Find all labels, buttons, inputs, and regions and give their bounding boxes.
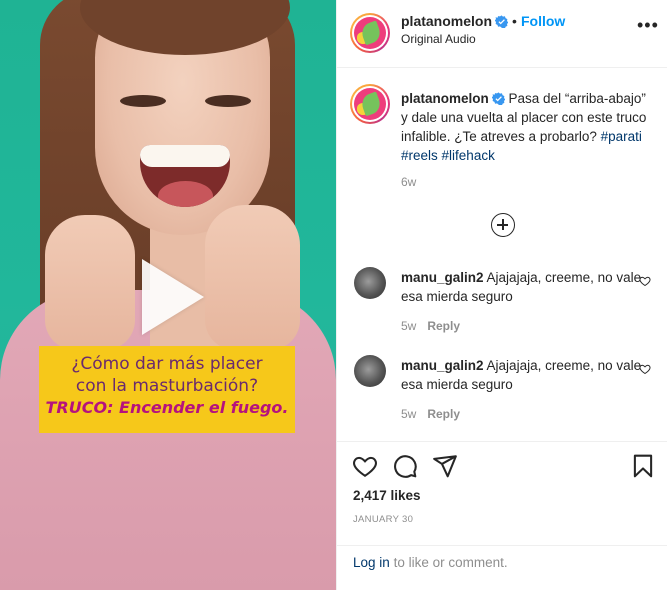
reel-media[interactable]: ¿Cómo dar más placer con la masturbación… <box>0 0 336 590</box>
comment-timestamp[interactable]: 5w <box>401 319 416 333</box>
video-figure-eye <box>120 95 166 107</box>
comment-item: manu_galin2 Ajajajaja, creeme, no vale e… <box>337 267 667 347</box>
comment-like-heart-icon[interactable] <box>639 363 651 375</box>
video-figure-hand <box>45 215 135 350</box>
comment-username[interactable]: manu_galin2 <box>401 270 484 285</box>
login-prompt: Log in to like or comment. <box>337 545 667 590</box>
reply-button[interactable]: Reply <box>427 319 460 333</box>
share-paper-plane-icon[interactable] <box>432 453 458 479</box>
reply-button[interactable]: Reply <box>427 407 460 421</box>
comment-timestamp[interactable]: 5w <box>401 407 416 421</box>
avatar[interactable] <box>350 84 390 124</box>
avatar[interactable] <box>350 13 390 53</box>
avatar-ring <box>352 86 388 122</box>
comments-section[interactable]: platanomelon Pasa del “arriba-abajo” y d… <box>337 69 667 441</box>
comment-bubble-icon[interactable] <box>392 453 418 479</box>
follow-button[interactable]: Follow <box>521 13 565 29</box>
more-options-icon[interactable]: ••• <box>637 16 659 34</box>
video-figure-tongue <box>158 181 213 207</box>
likes-count[interactable]: 2,417 likes <box>353 488 421 503</box>
avatar[interactable] <box>354 355 386 387</box>
verified-badge-icon <box>495 15 509 28</box>
login-prompt-rest: to like or comment. <box>393 555 508 570</box>
hashtag-link[interactable]: #parati <box>601 129 642 144</box>
header-username-row: platanomelon <box>401 13 509 29</box>
comment-like-heart-icon[interactable] <box>639 275 651 287</box>
login-prompt-text: Log in to like or comment. <box>353 555 508 570</box>
save-bookmark-icon[interactable] <box>630 453 656 479</box>
comment-body: manu_galin2 Ajajajaja, creeme, no vale e… <box>401 268 656 306</box>
comment-item: manu_galin2 Ajajajaja, creeme, no vale e… <box>337 355 667 435</box>
comment-meta: 5w Reply <box>401 319 460 333</box>
post-date[interactable]: JANUARY 30 <box>353 514 413 525</box>
avatar-ring <box>352 15 388 51</box>
login-link[interactable]: Log in <box>353 555 390 570</box>
verified-badge-icon <box>491 92 505 105</box>
header-username[interactable]: platanomelon <box>401 13 492 29</box>
video-figure-hand <box>205 205 300 350</box>
post-header: platanomelon • Follow Original Audio ••• <box>337 0 667 68</box>
avatar-image <box>354 17 386 49</box>
load-more-comments-icon[interactable] <box>491 213 515 237</box>
post-actions: 2,417 likes JANUARY 30 <box>337 441 667 545</box>
video-caption-line: con la masturbación? <box>75 376 259 396</box>
post-caption: platanomelon Pasa del “arriba-abajo” y d… <box>401 89 651 165</box>
caption-username[interactable]: platanomelon <box>401 91 489 106</box>
post-panel: platanomelon • Follow Original Audio •••… <box>336 0 667 590</box>
like-heart-icon[interactable] <box>352 453 378 479</box>
comment-body: manu_galin2 Ajajajaja, creeme, no vale e… <box>401 356 656 394</box>
hashtag-link[interactable]: #reels <box>401 148 438 163</box>
separator-dot: • <box>512 13 517 29</box>
video-caption-overlay: ¿Cómo dar más placer con la masturbación… <box>39 346 295 433</box>
comment-meta: 5w Reply <box>401 407 460 421</box>
avatar[interactable] <box>354 267 386 299</box>
caption-timestamp[interactable]: 6w <box>401 175 416 189</box>
play-button[interactable] <box>124 253 212 341</box>
comment-username[interactable]: manu_galin2 <box>401 358 484 373</box>
video-caption-line: ¿Cómo dar más placer <box>71 354 263 374</box>
avatar-image <box>354 88 386 120</box>
video-caption-highlight: TRUCO: Encender el fuego. <box>45 398 289 417</box>
video-figure-eye <box>205 95 251 107</box>
audio-label[interactable]: Original Audio <box>401 32 476 46</box>
video-figure-teeth <box>140 145 230 167</box>
hashtag-link[interactable]: #lifehack <box>442 148 495 163</box>
play-icon <box>142 259 204 335</box>
